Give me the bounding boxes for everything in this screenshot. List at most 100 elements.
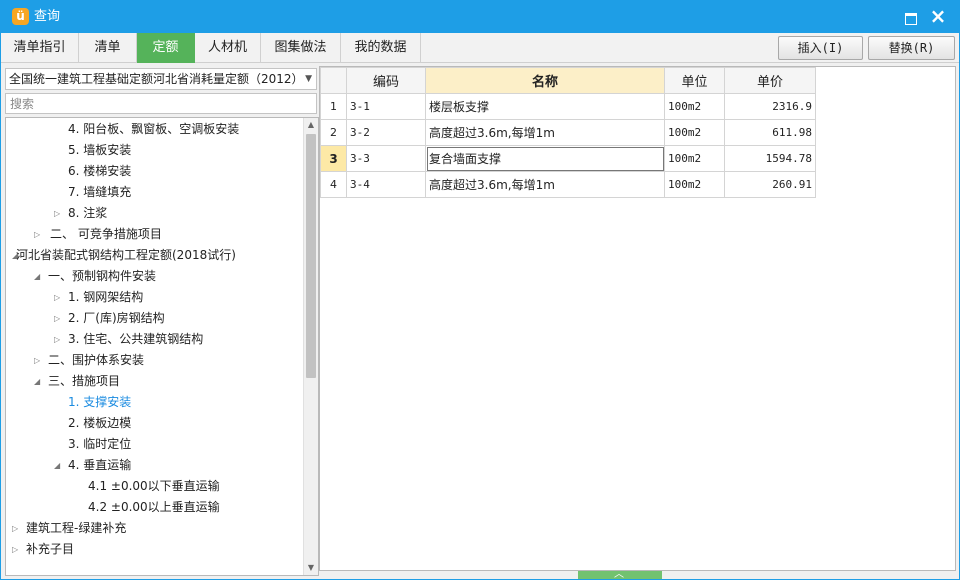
table-row[interactable]: 2 3-2 高度超过3.6m,每增1m 100m2 611.98	[320, 119, 816, 146]
cell-name[interactable]: 高度超过3.6m,每增1m	[425, 171, 665, 198]
collapse-icon[interactable]: ◢	[34, 266, 44, 287]
tree-item-label: 7. 墙缝填充	[68, 185, 132, 199]
tree-item-label: 6. 楼梯安装	[68, 164, 132, 178]
expand-icon[interactable]: ▷	[54, 329, 64, 350]
cell-unit[interactable]: 100m2	[664, 119, 725, 146]
tree-item[interactable]: 7. 墙缝填充	[6, 182, 302, 203]
tab-my-data[interactable]: 我的数据	[341, 33, 421, 63]
quota-tree: 4. 阳台板、飘窗板、空调板安装 5. 墙板安装 6. 楼梯安装 7. 墙缝填充 ▷ 8.…	[5, 117, 319, 576]
tab-bill-guide[interactable]: 清单指引	[1, 33, 79, 63]
scroll-down-icon[interactable]: ▼	[304, 561, 318, 575]
tree-item[interactable]: ▷ 补充子目	[6, 539, 302, 560]
maximize-icon[interactable]	[900, 7, 920, 27]
tree-item[interactable]: 4. 阳台板、飘窗板、空调板安装	[6, 119, 302, 140]
header-name[interactable]: 名称	[425, 67, 665, 94]
scrollbar-thumb[interactable]	[306, 134, 316, 378]
row-number: 3	[320, 145, 347, 172]
quota-library-value: 全国统一建筑工程基础定额河北省消耗量定额（2012）	[9, 72, 304, 86]
cell-price[interactable]: 260.91	[724, 171, 816, 198]
tree-item-label: 4. 阳台板、飘窗板、空调板安装	[68, 122, 240, 136]
cell-code[interactable]: 3-3	[346, 145, 426, 172]
tree-item[interactable]: 3. 临时定位	[6, 434, 302, 455]
cell-unit[interactable]: 100m2	[664, 93, 725, 120]
expand-icon[interactable]: ▷	[54, 203, 64, 224]
tree-item[interactable]: 4.2 ±0.00以上垂直运输	[6, 497, 302, 518]
tree-item-selected[interactable]: 1. 支撑安装	[6, 392, 302, 413]
expand-icon[interactable]: ▷	[34, 350, 44, 371]
cell-name[interactable]: 高度超过3.6m,每增1m	[425, 119, 665, 146]
tree-item[interactable]: ◢ 一、预制钢构件安装	[6, 266, 302, 287]
tree-item[interactable]: 4.1 ±0.00以下垂直运输	[6, 476, 302, 497]
table-row-current[interactable]: 3 3-3 复合墙面支撑 100m2 1594.78	[320, 145, 816, 172]
header-code[interactable]: 编码	[346, 67, 426, 94]
scroll-up-icon[interactable]: ▲	[304, 118, 318, 132]
window-title: 查询	[34, 9, 61, 24]
cell-name[interactable]: 复合墙面支撑	[425, 145, 665, 172]
row-number: 1	[320, 93, 347, 120]
tree-item[interactable]: 2. 楼板边模	[6, 413, 302, 434]
tree-scrollbar[interactable]: ▲ ▼	[303, 118, 318, 575]
splitter-handle[interactable]	[578, 565, 662, 580]
expand-icon[interactable]: ▷	[54, 287, 64, 308]
collapse-icon[interactable]: ◢	[54, 455, 64, 476]
table-row[interactable]: 4 3-4 高度超过3.6m,每增1m 100m2 260.91	[320, 171, 816, 198]
expand-icon[interactable]: ▷	[54, 308, 64, 329]
tree-item[interactable]: ▷ 3. 住宅、公共建筑钢结构	[6, 329, 302, 350]
tree-item-label: 4.1 ±0.00以下垂直运输	[88, 479, 220, 493]
app-logo-icon: ü	[12, 8, 29, 25]
tab-bar: 清单指引 清单 定额 人材机 图集做法 我的数据 插入(I) 替换(R)	[1, 33, 959, 63]
header-price[interactable]: 单价	[724, 67, 816, 94]
tree-item[interactable]: ◢ 4. 垂直运输	[6, 455, 302, 476]
tree-item-label: 三、措施项目	[48, 374, 121, 388]
tree-item[interactable]: ◢ 三、措施项目	[6, 371, 302, 392]
header-rownum	[320, 67, 347, 94]
collapse-icon[interactable]: ◢	[34, 371, 44, 392]
tree-item-label: 2. 楼板边模	[68, 416, 132, 430]
cell-price[interactable]: 2316.9	[724, 93, 816, 120]
tree-item[interactable]: ▷ 二、围护体系安装	[6, 350, 302, 371]
tree-item-label: 3. 住宅、公共建筑钢结构	[68, 332, 204, 346]
tree-item-label: 3. 临时定位	[68, 437, 132, 451]
cell-code[interactable]: 3-1	[346, 93, 426, 120]
header-unit[interactable]: 单位	[664, 67, 725, 94]
tab-quota[interactable]: 定额	[137, 33, 195, 63]
replace-button[interactable]: 替换(R)	[868, 36, 955, 60]
tree-item[interactable]: ▷ 建筑工程-绿建补充	[6, 518, 302, 539]
cell-code[interactable]: 3-2	[346, 119, 426, 146]
tab-labor-materials[interactable]: 人材机	[195, 33, 261, 63]
tree-item-label: 补充子目	[26, 542, 75, 556]
tree-item-label: 4. 垂直运输	[68, 458, 132, 472]
tree-item-label: 河北省装配式钢结构工程定额(2018试行)	[16, 248, 236, 262]
table-row[interactable]: 1 3-1 楼层板支撑 100m2 2316.9	[320, 93, 816, 120]
close-icon[interactable]: ×	[928, 6, 948, 27]
cell-code[interactable]: 3-4	[346, 171, 426, 198]
cell-price[interactable]: 611.98	[724, 119, 816, 146]
tree-item[interactable]: ▷ 8. 注浆	[6, 203, 302, 224]
tree-item[interactable]: ▷ 1. 钢网架结构	[6, 287, 302, 308]
insert-button[interactable]: 插入(I)	[778, 36, 863, 60]
cell-unit[interactable]: 100m2	[664, 171, 725, 198]
chevron-down-icon[interactable]: ▼	[305, 69, 312, 89]
tree-item[interactable]: ▷ 2. 厂(库)房钢结构	[6, 308, 302, 329]
quota-library-select[interactable]: 全国统一建筑工程基础定额河北省消耗量定额（2012） ▼	[5, 68, 317, 90]
cell-name[interactable]: 楼层板支撑	[425, 93, 665, 120]
tab-atlas-method[interactable]: 图集做法	[261, 33, 341, 63]
tree-item-label: 1. 钢网架结构	[68, 290, 144, 304]
left-panel: 全国统一建筑工程基础定额河北省消耗量定额（2012） ▼ 4. 阳台板、飘窗板、…	[1, 64, 319, 579]
tree-item[interactable]: 6. 楼梯安装	[6, 161, 302, 182]
expand-icon[interactable]: ▷	[12, 518, 22, 539]
tree-item[interactable]: ▷ 二、 可竞争措施项目	[6, 224, 302, 245]
search-input[interactable]	[5, 93, 317, 114]
tree-item-label: 5. 墙板安装	[68, 143, 132, 157]
expand-icon[interactable]: ▷	[12, 539, 22, 560]
tree-item-label: 二、 可竞争措施项目	[50, 227, 162, 241]
cell-price[interactable]: 1594.78	[724, 145, 816, 172]
tree-item[interactable]: 5. 墙板安装	[6, 140, 302, 161]
grid-header-row: 编码 名称 单位 单价	[320, 67, 816, 94]
expand-icon[interactable]: ▷	[34, 224, 44, 245]
tree-item[interactable]: ◢ 河北省装配式钢结构工程定额(2018试行)	[6, 245, 302, 266]
title-bar: ü 查询 ×	[0, 0, 960, 33]
cell-unit[interactable]: 100m2	[664, 145, 725, 172]
tab-bill[interactable]: 清单	[79, 33, 137, 63]
tree-item-label: 4.2 ±0.00以上垂直运输	[88, 500, 220, 514]
